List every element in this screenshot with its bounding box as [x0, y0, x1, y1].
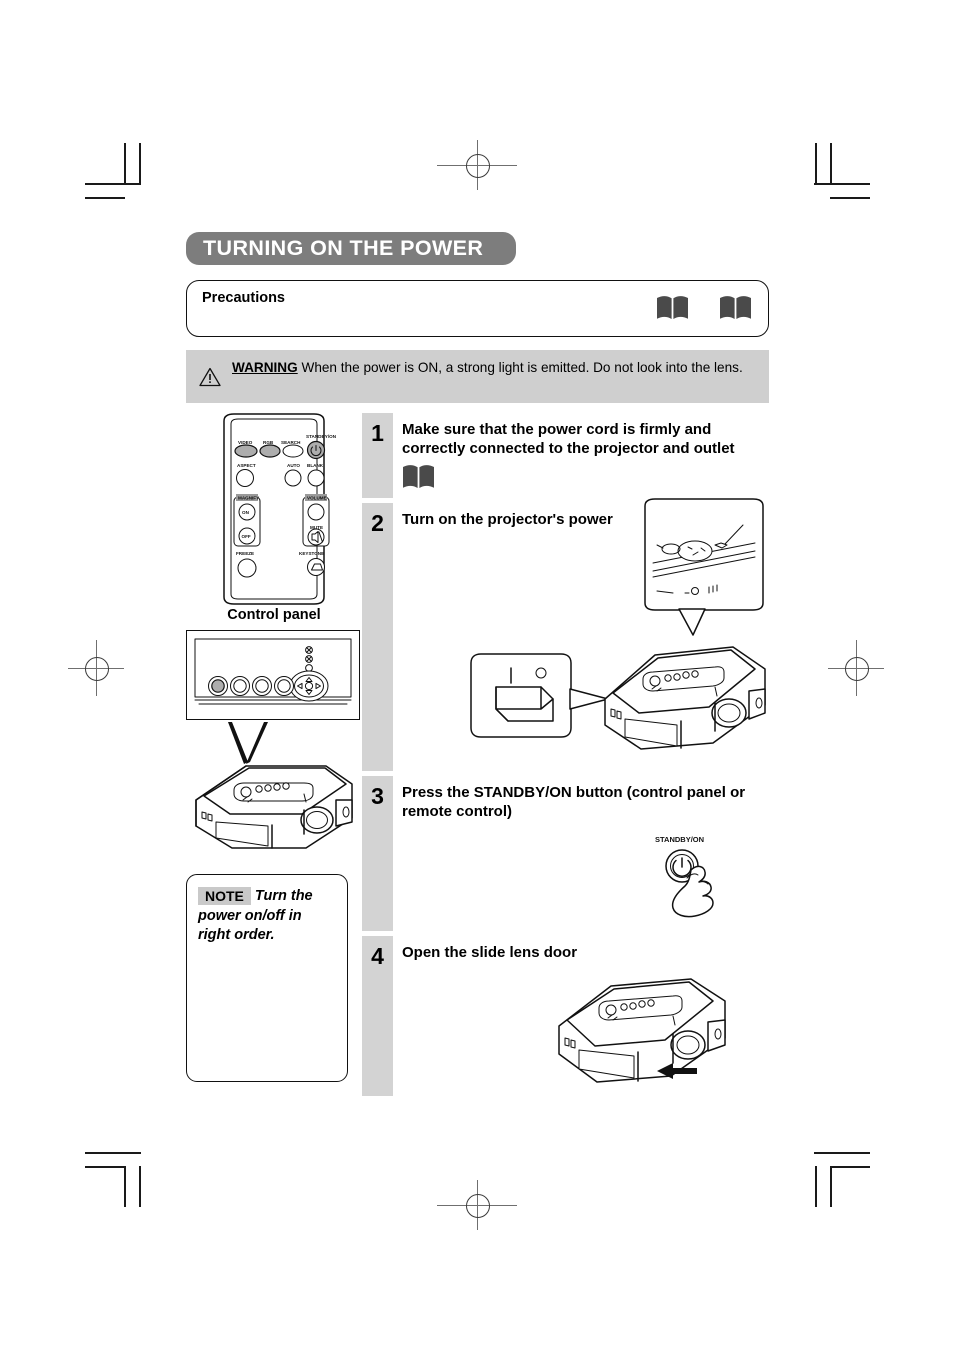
warning-band: WARNING When the power is ON, a strong l… — [186, 350, 769, 403]
crop-mark — [85, 183, 141, 185]
remote-aspect-button — [236, 469, 254, 487]
body-columns: VIDEO RGB SEARCH STANDBY/ON ASPECT AUTO — [186, 413, 769, 1101]
projector-power-switch-figure — [393, 498, 768, 765]
registration-mark — [437, 1180, 517, 1230]
crop-mark — [85, 1152, 141, 1154]
book-icon — [402, 464, 435, 490]
book-icon — [719, 295, 752, 321]
left-illustration-column: VIDEO RGB SEARCH STANDBY/ON ASPECT AUTO — [186, 413, 362, 1082]
step-content: Press the STANDBY/ON button (control pan… — [393, 776, 769, 931]
step-content: Make sure that the power cord is firmly … — [393, 413, 769, 498]
warning-message: When the power is ON, a strong light is … — [301, 360, 743, 375]
power-switch-closeup — [677, 540, 713, 562]
step-2: 2 Turn on the projector's power — [362, 498, 769, 771]
step-number: 3 — [362, 776, 393, 931]
crop-mark — [830, 197, 870, 199]
crop-mark — [124, 143, 126, 184]
remote-rgb-button — [259, 444, 281, 458]
step-title: Press the STANDBY/ON button (control pan… — [402, 784, 746, 821]
warning-keyword: WARNING — [232, 360, 298, 375]
remote-button-label: KEYSTONE — [299, 551, 324, 556]
step-4: 4 Open the slide lens door — [362, 936, 769, 1096]
step-title: Open the slide lens door — [402, 944, 578, 961]
crop-mark — [124, 1166, 126, 1207]
remote-button-label: RGB — [263, 440, 274, 445]
crop-mark — [139, 143, 141, 184]
control-panel-caption: Control panel — [227, 607, 321, 623]
note-box: NOTE Turn the power on/off in right order… — [186, 874, 348, 1082]
crop-mark — [830, 1166, 870, 1168]
step-number: 2 — [362, 503, 393, 771]
crop-mark — [830, 143, 832, 184]
callout-pointer — [246, 722, 268, 764]
projector-illustration-left — [186, 722, 362, 862]
remote-blank-button — [307, 469, 325, 487]
hand-pressing-power-button-figure: STANDBY/ON — [647, 830, 757, 925]
page-content: TURNING ON THE POWER Precautions WARNING… — [186, 232, 769, 1101]
remote-button-label: ASPECT — [237, 463, 256, 468]
crop-mark — [815, 143, 817, 184]
remote-button-label: MAGNIFY — [238, 496, 259, 501]
warning-triangle-icon — [199, 367, 221, 387]
step-number: 1 — [362, 413, 393, 498]
remote-button-label: STANDBY/ON — [306, 434, 337, 439]
remote-button-label: AUTO — [287, 463, 300, 468]
crop-mark — [830, 1166, 832, 1207]
control-panel-photo — [186, 630, 360, 720]
page-title: TURNING ON THE POWER — [203, 236, 484, 260]
callout-pointer — [569, 688, 609, 710]
crop-mark — [814, 1152, 870, 1154]
steps-column: 1 Make sure that the power cord is firml… — [362, 413, 769, 1101]
remote-volume-button — [307, 503, 325, 521]
projector-slide-door-figure — [545, 964, 765, 1089]
remote-button-label: BLANK — [307, 463, 324, 468]
step-1: 1 Make sure that the power cord is firml… — [362, 413, 769, 498]
manual-page: TURNING ON THE POWER Precautions WARNING… — [0, 0, 954, 1351]
registration-mark — [828, 640, 884, 696]
crop-mark — [815, 1166, 817, 1207]
step-title: Make sure that the power cord is firmly … — [402, 421, 735, 458]
step-content: Turn on the projector's power — [393, 498, 769, 771]
remote-button-label: OFF — [242, 534, 251, 539]
remote-button-label: VOLUME — [307, 496, 327, 501]
section-title-banner: TURNING ON THE POWER — [186, 232, 516, 265]
warning-text-line: WARNING When the power is ON, a strong l… — [232, 359, 755, 377]
step-number: 4 — [362, 936, 393, 1096]
callout-pointer — [228, 722, 248, 764]
callout-bubble-switch-detail — [644, 498, 764, 636]
remote-button-label: FREEZE — [236, 551, 254, 556]
precautions-label: Precautions — [202, 290, 285, 306]
remote-button-label: VIDEO — [238, 440, 253, 445]
precautions-reference-icons — [656, 295, 752, 321]
standby-on-label: STANDBY/ON — [655, 835, 704, 844]
remote-freeze-button — [237, 558, 257, 578]
registration-mark — [437, 140, 517, 190]
registration-mark — [68, 640, 124, 696]
remote-search-button — [282, 444, 304, 458]
indicator-lamp — [305, 664, 313, 672]
projector-body — [604, 646, 766, 750]
note-badge: NOTE — [198, 887, 251, 905]
precautions-box: Precautions — [186, 280, 769, 337]
callout-bubble-rocker-switch — [470, 653, 609, 738]
book-icon — [656, 295, 689, 321]
crop-mark — [814, 183, 870, 185]
crop-mark — [139, 1166, 141, 1207]
crop-mark — [85, 197, 125, 199]
dpad-center-button — [304, 681, 314, 691]
remote-control-illustration: VIDEO RGB SEARCH STANDBY/ON ASPECT AUTO — [186, 413, 362, 605]
remote-auto-button — [284, 469, 302, 487]
remote-video-button — [234, 444, 258, 458]
remote-button-label: ON — [242, 510, 250, 515]
remote-mute-button — [307, 528, 325, 546]
step-3: 3 Press the STANDBY/ON button (control p… — [362, 776, 769, 931]
crop-mark — [85, 1166, 125, 1168]
step-content: Open the slide lens door — [393, 936, 769, 1096]
remote-button-label: SEARCH — [281, 440, 301, 445]
